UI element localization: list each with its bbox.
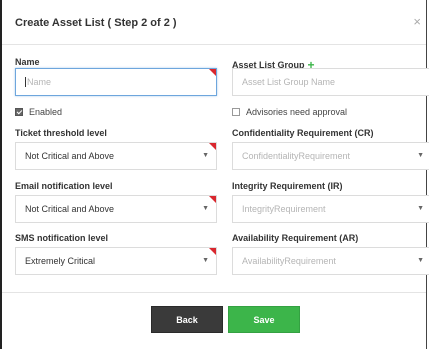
availability-label: Availability Requirement (AR) [232, 233, 359, 243]
asset-list-group-input[interactable]: Asset List Group Name [232, 68, 429, 96]
advisories-label: Advisories need approval [246, 107, 348, 117]
integrity-placeholder: IntegrityRequirement [242, 204, 326, 214]
integrity-label: Integrity Requirement (IR) [232, 181, 343, 191]
dialog-header: Create Asset List ( Step 2 of 2 ) × [2, 0, 426, 45]
close-icon[interactable]: × [413, 14, 421, 29]
confidentiality-placeholder: ConfidentialityRequirement [242, 151, 351, 161]
back-button[interactable]: Back [151, 306, 223, 333]
enabled-checkbox[interactable] [15, 107, 23, 116]
advisories-checkbox-row[interactable]: Advisories need approval [232, 107, 347, 117]
create-asset-list-dialog: Create Asset List ( Step 2 of 2 ) × Name… [0, 0, 429, 349]
chevron-down-icon: ▼ [417, 257, 424, 264]
email-notification-label: Email notification level [15, 181, 113, 191]
name-label: Name [15, 57, 40, 67]
sms-notification-value: Extremely Critical [25, 256, 96, 266]
ticket-threshold-label: Ticket threshold level [15, 128, 107, 138]
confidentiality-select[interactable]: ConfidentialityRequirement ▼ [232, 142, 429, 170]
asset-list-group-placeholder: Asset List Group Name [242, 77, 336, 87]
advisories-checkbox[interactable] [232, 107, 240, 116]
required-marker [209, 196, 216, 203]
chevron-down-icon: ▼ [202, 205, 209, 212]
sms-notification-label: SMS notification level [15, 233, 109, 243]
availability-placeholder: AvailabilityRequirement [242, 256, 336, 266]
text-cursor [25, 77, 26, 87]
availability-select[interactable]: AvailabilityRequirement ▼ [232, 247, 429, 275]
required-marker [209, 248, 216, 255]
chevron-down-icon: ▼ [417, 152, 424, 159]
dialog-title: Create Asset List ( Step 2 of 2 ) [15, 17, 177, 29]
required-marker [209, 143, 216, 150]
email-notification-select[interactable]: Not Critical and Above ▼ [15, 195, 217, 223]
integrity-select[interactable]: IntegrityRequirement ▼ [232, 195, 429, 223]
sms-notification-select[interactable]: Extremely Critical ▼ [15, 247, 217, 275]
required-marker [209, 69, 216, 76]
chevron-down-icon: ▼ [202, 257, 209, 264]
name-input[interactable]: Name [15, 68, 217, 96]
footer-divider [2, 292, 426, 293]
email-notification-value: Not Critical and Above [25, 204, 115, 214]
save-button[interactable]: Save [228, 306, 300, 333]
ticket-threshold-value: Not Critical and Above [25, 151, 115, 161]
enabled-label: Enabled [29, 107, 63, 117]
chevron-down-icon: ▼ [202, 152, 209, 159]
confidentiality-label: Confidentiality Requirement (CR) [232, 128, 374, 138]
chevron-down-icon: ▼ [417, 205, 424, 212]
name-placeholder: Name [27, 77, 52, 87]
ticket-threshold-select[interactable]: Not Critical and Above ▼ [15, 142, 217, 170]
enabled-checkbox-row[interactable]: Enabled [15, 107, 62, 117]
